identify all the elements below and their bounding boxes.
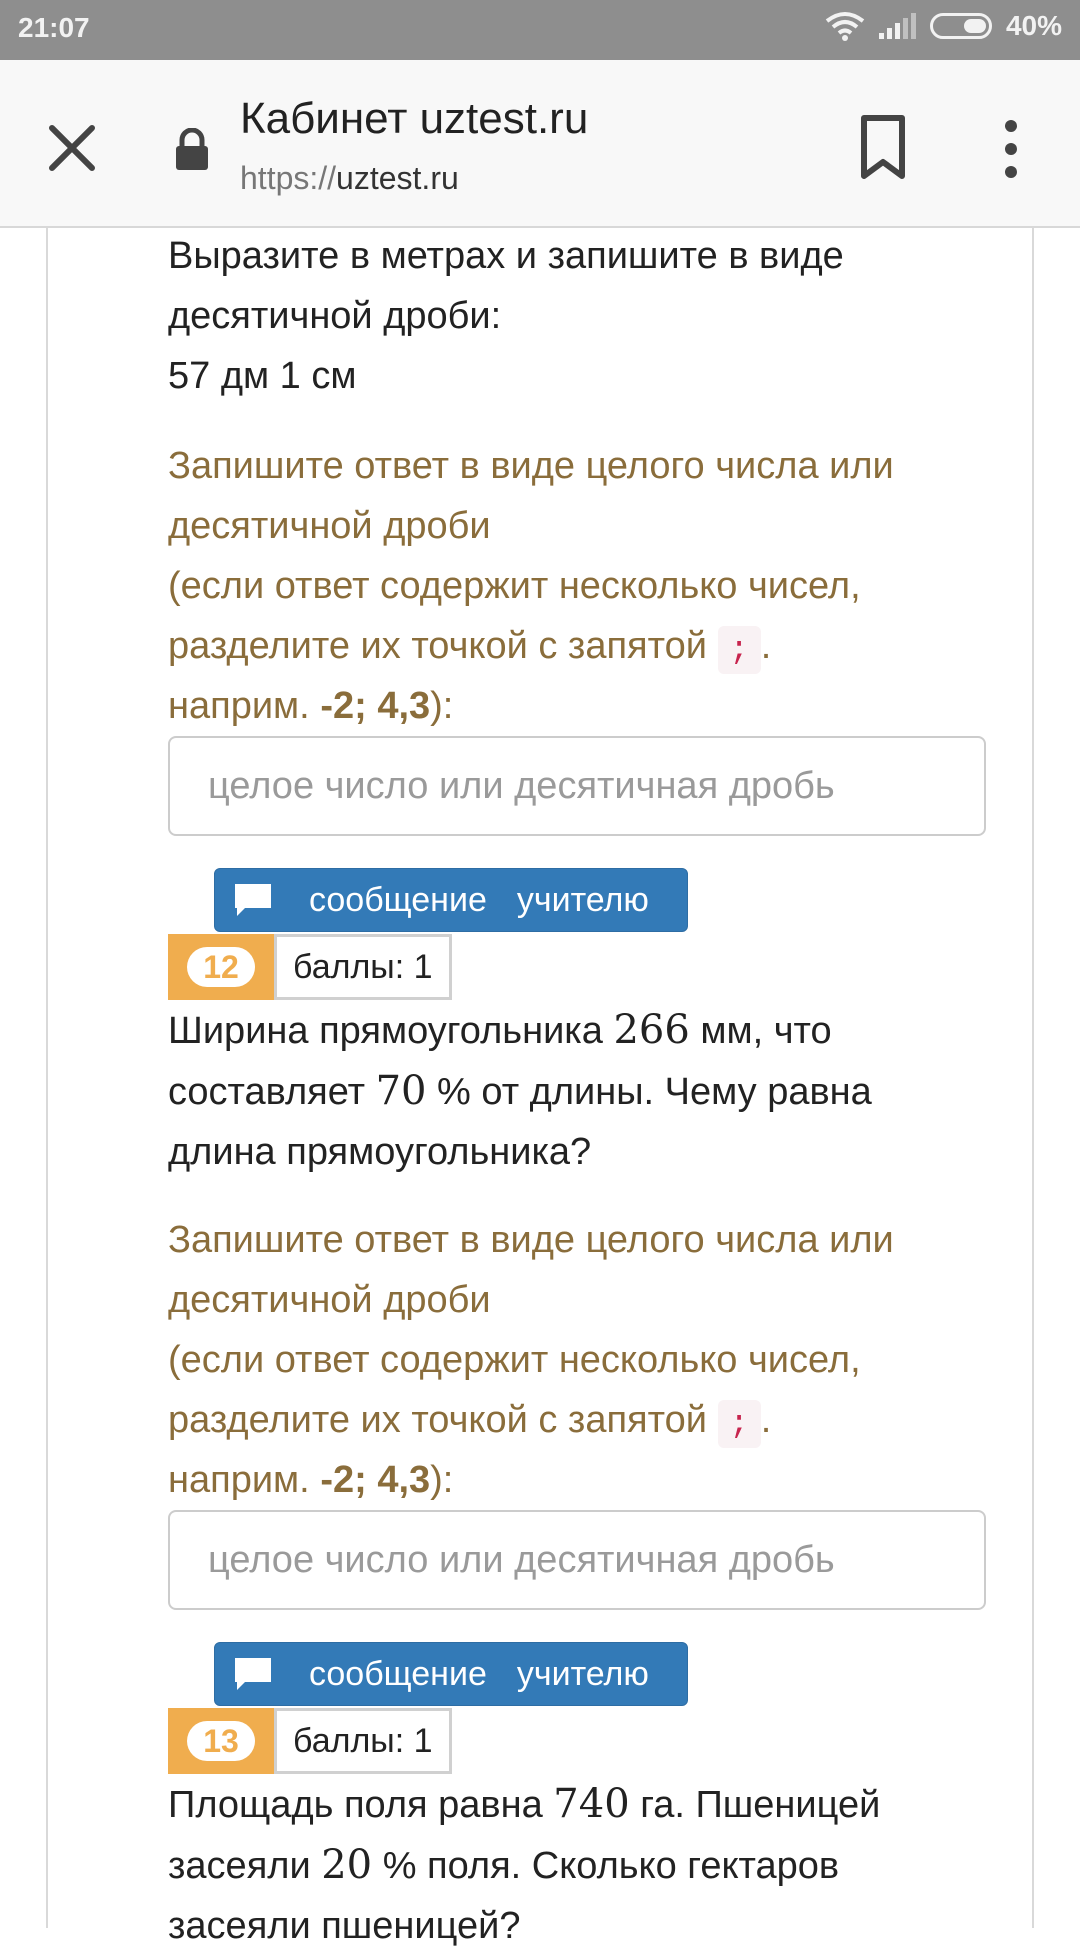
question-11-text: Выразите в метрах и запишите в виде деся… <box>168 226 988 406</box>
points-label: баллы: 1 <box>274 934 452 1000</box>
answer-input-11[interactable] <box>168 736 986 836</box>
page-title: Кабинет uztest.ru <box>240 94 589 143</box>
message-teacher-button[interactable]: сообщение учителю <box>214 1642 688 1706</box>
separator-code: ; <box>717 626 761 674</box>
more-menu-icon[interactable] <box>996 116 1026 182</box>
battery-icon <box>929 13 992 39</box>
comment-icon <box>235 1658 271 1690</box>
question-number-badge: 12 <box>168 934 274 1000</box>
hint-line: Запишите ответ в виде целого числа или <box>168 445 894 487</box>
question-text-line: Площадь поля равна 740 га. Пшеницей <box>168 1781 881 1827</box>
question-text-line: засеяли пшеницей? <box>168 1905 521 1947</box>
hint-example: наприм. -2; 4,3): <box>168 1459 454 1501</box>
answer-input-12[interactable] <box>168 1510 986 1610</box>
hint-line: Запишите ответ в виде целого числа или <box>168 1219 894 1261</box>
answer-hint-12: Запишите ответ в виде целого числа или д… <box>168 1210 988 1510</box>
question-number-badge: 13 <box>168 1708 274 1774</box>
signal-icon <box>878 13 916 39</box>
hint-line: десятичной дроби <box>168 1279 491 1321</box>
url-host: uztest.ru <box>336 160 459 196</box>
hint-line: десятичной дроби <box>168 505 491 547</box>
page-url[interactable]: https://uztest.ru <box>240 160 459 197</box>
answer-hint-11: Запишите ответ в виде целого числа или д… <box>168 436 988 736</box>
hint-example: наприм. -2; 4,3): <box>168 685 454 727</box>
wifi-icon <box>825 12 865 41</box>
question-13-header: 13 баллы: 1 <box>168 1708 452 1774</box>
status-icons: 40% <box>825 10 1062 42</box>
separator-code: ; <box>717 1400 761 1448</box>
question-text-line: засеяли 20 % поля. Сколько гектаров <box>168 1842 840 1888</box>
question-12-header: 12 баллы: 1 <box>168 934 452 1000</box>
hint-line: (если ответ содержит несколько чисел, <box>168 1339 861 1381</box>
browser-toolbar: Кабинет uztest.ru https://uztest.ru <box>0 60 1080 228</box>
question-text-line: Выразите в метрах и запишите в виде <box>168 235 844 277</box>
url-scheme: https:// <box>240 160 337 196</box>
question-13-text: Площадь поля равна 740 га. Пшеницей засе… <box>168 1774 988 1956</box>
hint-line: (если ответ содержит несколько чисел, <box>168 565 861 607</box>
question-text-line: 57 дм 1 см <box>168 355 357 397</box>
comment-icon <box>235 884 271 916</box>
status-bar: 21:07 40% <box>0 0 1080 60</box>
bookmark-icon[interactable] <box>858 114 908 180</box>
close-icon[interactable] <box>42 118 102 178</box>
battery-percent: 40% <box>1005 10 1062 41</box>
message-teacher-button[interactable]: сообщение учителю <box>214 868 688 932</box>
points-label: баллы: 1 <box>274 1708 452 1774</box>
question-12-text: Ширина прямоугольника 266 мм, что состав… <box>168 1000 988 1182</box>
question-text-line: десятичной дроби: <box>168 295 502 337</box>
question-text-line: длина прямоугольника? <box>168 1131 592 1173</box>
question-text-line: Ширина прямоугольника 266 мм, что <box>168 1007 832 1053</box>
hint-line: разделите их точкой с запятой ;. <box>168 616 988 676</box>
question-text-line: составляет 70 % от длины. Чему равна <box>168 1068 872 1114</box>
status-time: 21:07 <box>18 12 90 43</box>
hint-line: разделите их точкой с запятой ;. <box>168 1390 988 1450</box>
lock-icon <box>176 128 208 170</box>
